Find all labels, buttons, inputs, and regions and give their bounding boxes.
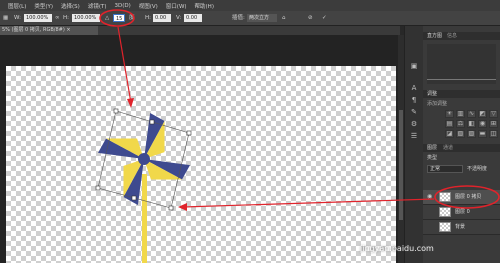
degree-label: 度 xyxy=(129,15,135,21)
width-field[interactable]: 100.00% xyxy=(24,14,52,22)
document-tab[interactable]: 5% (图层 0 拷贝, RGB/8#) × xyxy=(0,26,98,35)
photo-filter-icon[interactable]: ◉ xyxy=(478,120,487,128)
blend-mode-value: 正常 xyxy=(430,166,441,172)
angle-icon: △ xyxy=(105,15,110,21)
tab-histogram[interactable]: 直方图 xyxy=(427,32,442,40)
link-icon[interactable]: ∞ xyxy=(55,14,60,22)
interpolation-select[interactable]: 两次立方 xyxy=(247,14,277,22)
layer-name[interactable]: 图层 0 xyxy=(455,205,470,219)
menu-layer[interactable]: 图层(L) xyxy=(8,2,26,10)
visibility-eye-icon[interactable] xyxy=(427,208,435,216)
layer-row[interactable]: 图层 0 xyxy=(423,205,500,220)
cancel-transform-icon[interactable]: ⊘ xyxy=(308,14,313,22)
invert-icon[interactable]: ◪ xyxy=(445,130,454,138)
angle-field[interactable]: 15 xyxy=(113,14,125,22)
histogram-panel-header: 直方图 信息 xyxy=(423,32,500,40)
properties-icon[interactable]: ☰ xyxy=(409,132,419,140)
vskew-label: V: xyxy=(176,15,182,21)
adjustments-subtitle: 添加调整 xyxy=(427,101,448,107)
adjustments-panel-header: 调整 xyxy=(423,90,500,98)
document-tab-bar: 5% (图层 0 拷贝, RGB/8#) × xyxy=(0,26,400,35)
right-panels: 直方图 信息 调整 添加调整 ☀ ▥ ∿ ◩ ▽ ▤ ⚖ ◧ ◉ ⊞ ◪ ▧ ▨… xyxy=(423,26,500,263)
posterize-icon[interactable]: ▧ xyxy=(456,130,465,138)
selective-color-icon[interactable]: ◫ xyxy=(489,130,498,138)
tab-channels[interactable]: 通道 xyxy=(443,144,453,152)
layer-kind-label[interactable]: 类型 xyxy=(427,154,437,162)
curves-icon[interactable]: ∿ xyxy=(467,110,476,118)
visibility-eye-icon[interactable]: ◉ xyxy=(427,193,435,201)
transform-handle xyxy=(131,195,137,201)
transform-handle xyxy=(168,205,174,211)
warp-icon[interactable]: ⌂ xyxy=(282,14,286,22)
tool-preset-icon[interactable]: ⚙ xyxy=(409,120,419,128)
menu-type[interactable]: 类型(Y) xyxy=(34,2,53,10)
tab-info[interactable]: 信息 xyxy=(447,32,457,40)
paragraph-icon[interactable]: ¶ xyxy=(409,96,419,104)
exposure-icon[interactable]: ◩ xyxy=(478,110,487,118)
layer-row-selected[interactable]: ◉ 图层 0 拷贝 xyxy=(423,190,500,205)
menu-bar: 图层(L) 类型(Y) 选择(S) 滤镜(T) 3D(D) 视图(V) 窗口(W… xyxy=(0,0,500,11)
layers-panel-header: 图层 通道 xyxy=(423,144,500,152)
history-icon[interactable]: ▣ xyxy=(409,62,419,70)
threshold-icon[interactable]: ▨ xyxy=(467,130,476,138)
menu-window[interactable]: 窗口(W) xyxy=(166,2,187,10)
menu-help[interactable]: 帮助(H) xyxy=(195,2,214,10)
width-label: W: xyxy=(14,15,21,21)
watermark: jingyan.baidu.com xyxy=(360,244,434,253)
transform-handle xyxy=(113,108,119,114)
interpolation-label: 插值: xyxy=(232,15,245,21)
levels-icon[interactable]: ▥ xyxy=(456,110,465,118)
brightness-contrast-icon[interactable]: ☀ xyxy=(445,110,454,118)
transform-handle xyxy=(149,119,155,125)
hskew-field[interactable]: 0.00 xyxy=(153,14,171,22)
menu-view[interactable]: 视图(V) xyxy=(139,2,158,10)
character-icon[interactable]: A xyxy=(409,84,419,92)
options-bar: ▦ W: 100.00% ∞ H: 100.00% △ 15 度 H: 0.00… xyxy=(0,11,500,26)
channel-mixer-icon[interactable]: ⊞ xyxy=(489,120,498,128)
histogram-graph xyxy=(427,44,496,84)
transform-handle xyxy=(95,185,101,191)
gradient-map-icon[interactable]: ▬ xyxy=(478,130,487,138)
opacity-label: 不透明度 xyxy=(467,166,488,172)
tab-layers[interactable]: 图层 xyxy=(427,144,437,152)
vskew-field[interactable]: 0.00 xyxy=(184,14,202,22)
layer-thumbnail xyxy=(439,222,451,232)
height-label: H: xyxy=(63,15,69,21)
menu-select[interactable]: 选择(S) xyxy=(61,2,80,10)
layer-name[interactable]: 图层 0 拷贝 xyxy=(455,190,481,204)
brush-icon[interactable]: ✎ xyxy=(409,108,419,116)
menu-filter[interactable]: 滤镜(T) xyxy=(88,2,107,10)
commit-transform-icon[interactable]: ✓ xyxy=(322,14,327,22)
layer-thumbnail xyxy=(439,192,451,202)
canvas[interactable] xyxy=(6,66,396,263)
vibrance-icon[interactable]: ▽ xyxy=(489,110,498,118)
adjustments-title: 调整 xyxy=(427,91,438,97)
layer-row[interactable]: 背景 xyxy=(423,220,500,235)
reference-point-icon[interactable]: ▦ xyxy=(3,14,8,22)
transform-handle xyxy=(186,130,192,136)
hue-saturation-icon[interactable]: ▤ xyxy=(445,120,454,128)
panel-icon-strip: ▣ A ¶ ✎ ⚙ ☰ xyxy=(404,26,423,263)
visibility-eye-icon[interactable] xyxy=(427,223,435,231)
scrollbar-thumb[interactable] xyxy=(399,110,403,220)
layer-thumbnail xyxy=(439,207,451,217)
blend-mode-select[interactable]: 正常 xyxy=(427,165,463,173)
color-balance-icon[interactable]: ⚖ xyxy=(456,120,465,128)
height-field[interactable]: 100.00% xyxy=(72,14,100,22)
pinwheel-stick xyxy=(142,174,147,263)
menu-3d[interactable]: 3D(D) xyxy=(114,3,130,9)
black-white-icon[interactable]: ◧ xyxy=(467,120,476,128)
hskew-label: H: xyxy=(145,15,151,21)
pinwheel-image xyxy=(95,108,192,263)
layer-name[interactable]: 背景 xyxy=(455,220,465,234)
